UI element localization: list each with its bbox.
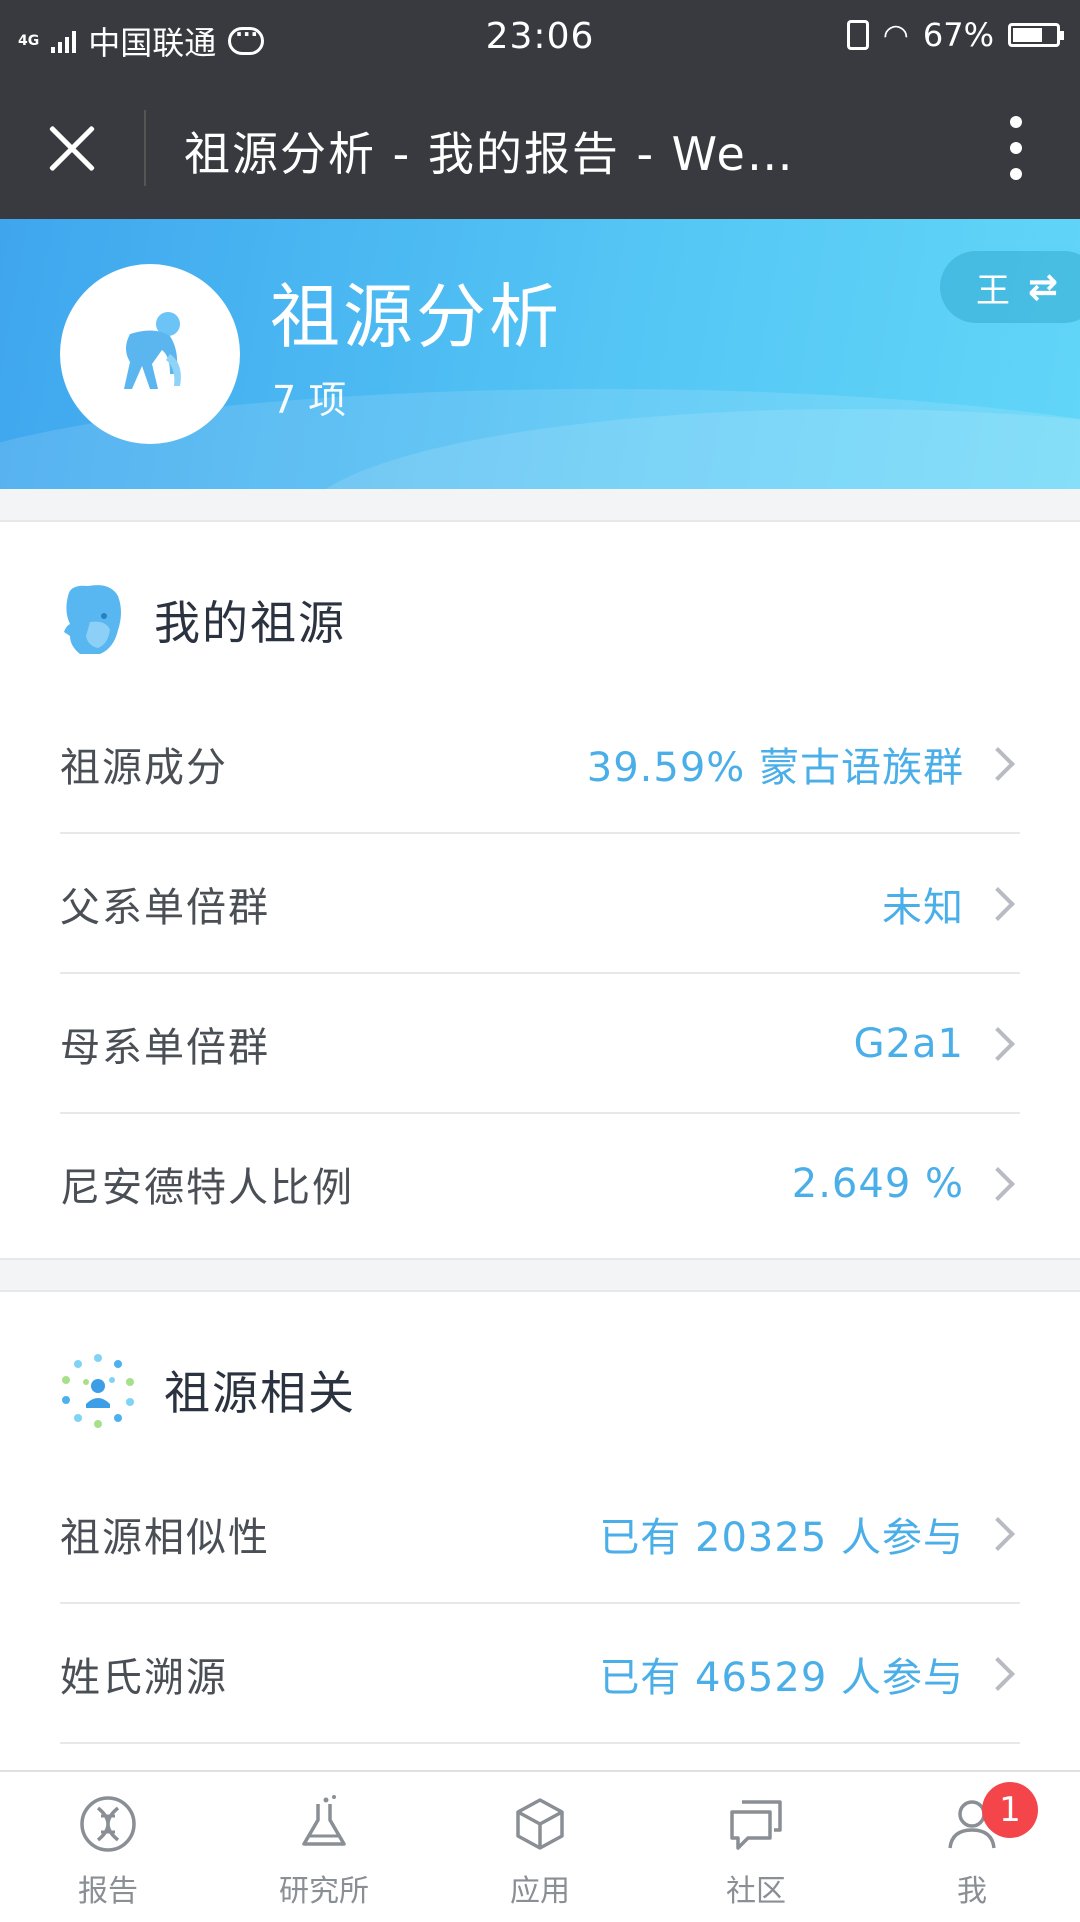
- row-label: 母系单倍群: [60, 1025, 270, 1071]
- hero-item-count: 7 项: [272, 378, 347, 422]
- row-maternal-haplogroup[interactable]: 母系单倍群 G2a1: [60, 974, 1020, 1114]
- row-value-wrap: 39.59% 蒙古语族群: [587, 735, 1020, 793]
- row-value: 未知: [882, 885, 964, 931]
- row-value-wrap: 未知: [882, 875, 1020, 933]
- related-section: 祖源相关 祖源相似性 已有 20325 人参与 姓氏溯源 已有 46529 人参…: [0, 1290, 1080, 1774]
- row-value-wrap: 2.649 %: [792, 1161, 1020, 1207]
- tab-label: 社区: [726, 1874, 786, 1909]
- row-label: 祖源相似性: [60, 1515, 270, 1561]
- row-label: 祖源成分: [60, 745, 228, 791]
- chevron-right-icon: [981, 1027, 1015, 1061]
- chat-icon: [730, 1800, 782, 1850]
- row-value: 已有 46529 人参与: [599, 1655, 964, 1701]
- tab-label: 应用: [510, 1874, 570, 1909]
- tab-report[interactable]: 报告: [0, 1772, 216, 1922]
- status-bar: 4G 中国联通 23:06 ◠ 67%: [0, 0, 1080, 76]
- section-header: 祖源相关: [60, 1352, 356, 1428]
- row-value: 39.59% 蒙古语族群: [586, 745, 964, 791]
- vibrate-icon: [846, 20, 869, 50]
- battery-percent: 67%: [922, 16, 994, 54]
- cube-icon: [516, 1798, 564, 1850]
- row-value-wrap: G2a1: [854, 1021, 1020, 1067]
- row-value: 已有 20325 人参与: [599, 1515, 964, 1561]
- network-icon: [62, 1354, 134, 1428]
- title-divider: [144, 110, 146, 186]
- chevron-right-icon: [981, 747, 1015, 781]
- ape-icon: [124, 312, 181, 389]
- notification-badge: 1: [982, 1782, 1038, 1838]
- row-label: 父系单倍群: [60, 885, 270, 931]
- row-label: 尼安德特人比例: [60, 1165, 354, 1211]
- switch-profile-button[interactable]: 王 ⇄: [940, 251, 1080, 323]
- chevron-right-icon: [981, 887, 1015, 921]
- tab-label: 我: [957, 1874, 987, 1909]
- section-header: 我的祖源: [60, 582, 346, 658]
- hero-title: 祖源分析: [270, 276, 562, 358]
- row-paternal-haplogroup[interactable]: 父系单倍群 未知: [60, 834, 1020, 974]
- row-neanderthal-ratio[interactable]: 尼安德特人比例 2.649 %: [60, 1114, 1020, 1254]
- row-label: 姓氏溯源: [60, 1655, 228, 1701]
- profile-name: 王: [976, 270, 1010, 311]
- battery-icon: [1008, 23, 1064, 47]
- row-value-wrap: 已有 46529 人参与: [599, 1645, 1020, 1703]
- tab-institute[interactable]: 研究所: [216, 1772, 432, 1922]
- ape-avatar: [60, 264, 240, 444]
- chevron-right-icon: [981, 1167, 1015, 1201]
- dna-icon: [80, 1796, 136, 1852]
- page-title: 祖源分析 - 我的报告 - We…: [184, 127, 795, 181]
- tab-label: 研究所: [279, 1874, 369, 1909]
- swap-icon: ⇄: [1028, 266, 1059, 308]
- row-value-wrap: 已有 20325 人参与: [599, 1505, 1020, 1563]
- tab-me[interactable]: 我 1: [864, 1772, 1080, 1922]
- chevron-right-icon: [981, 1517, 1015, 1551]
- more-menu-button[interactable]: [1006, 116, 1026, 180]
- flask-icon: [302, 1795, 346, 1846]
- tab-label: 报告: [78, 1874, 138, 1909]
- row-value: 2.649 %: [791, 1161, 964, 1207]
- row-ancestry-similarity[interactable]: 祖源相似性 已有 20325 人参与: [60, 1464, 1020, 1604]
- tab-apps[interactable]: 应用: [432, 1772, 648, 1922]
- row-surname-origin[interactable]: 姓氏溯源 已有 46529 人参与: [60, 1604, 1020, 1744]
- wifi-icon: ◠: [882, 17, 909, 53]
- section-title: 祖源相关: [164, 1366, 356, 1420]
- status-right: ◠ 67%: [846, 16, 1064, 54]
- section-title: 我的祖源: [154, 596, 346, 650]
- tab-community[interactable]: 社区: [648, 1772, 864, 1922]
- row-ancestry-composition[interactable]: 祖源成分 39.59% 蒙古语族群: [60, 694, 1020, 834]
- bottom-tab-bar: 报告 研究所 应用 社区 我 1: [0, 1770, 1080, 1922]
- row-value: G2a1: [853, 1021, 964, 1067]
- close-button[interactable]: [44, 120, 100, 176]
- hero-banner: 祖源分析 7 项 王 ⇄: [0, 219, 1080, 489]
- title-bar: 祖源分析 - 我的报告 - We…: [0, 76, 1080, 219]
- my-ancestry-section: 我的祖源 祖源成分 39.59% 蒙古语族群 父系单倍群 未知 母系单倍群 G2…: [0, 520, 1080, 1260]
- chevron-right-icon: [981, 1657, 1015, 1691]
- face-icon: [64, 585, 121, 654]
